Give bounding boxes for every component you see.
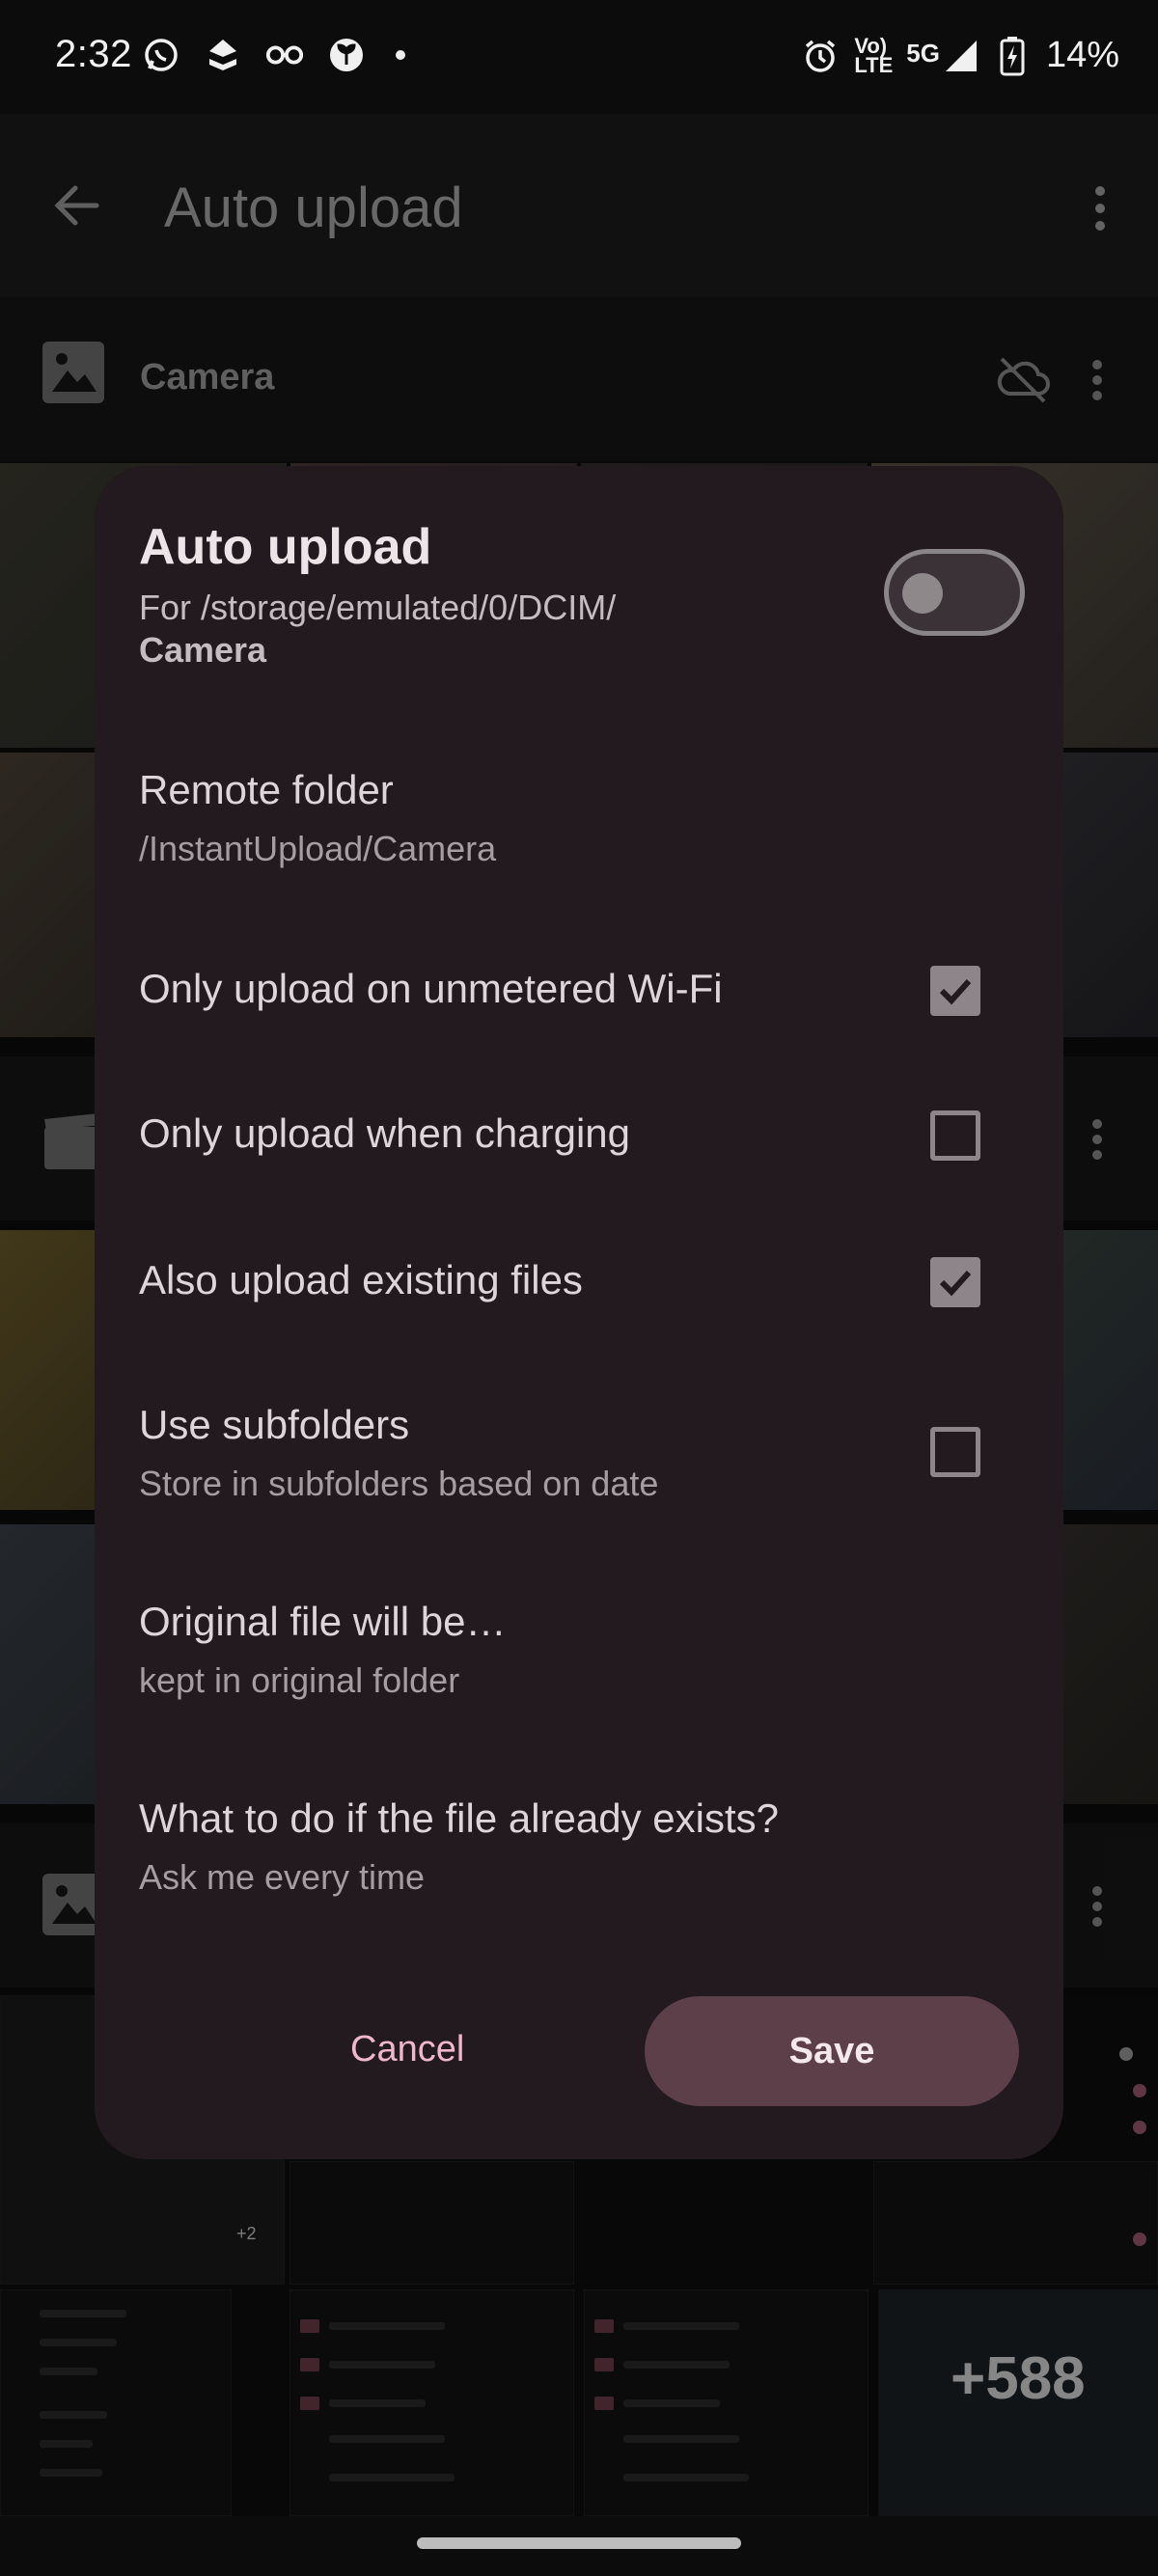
more-notifications-dot (396, 50, 405, 60)
cancel-button[interactable]: Cancel (350, 2029, 464, 2070)
option-unmetered-wifi-label[interactable]: Only upload on unmetered Wi-Fi (139, 966, 723, 1012)
volte-indicator: Vo) LTE (854, 33, 894, 77)
option-charging-checkbox[interactable] (930, 1110, 980, 1161)
signal-group: 5G (906, 39, 979, 73)
toggle-knob (902, 573, 943, 614)
option-existing-files-checkbox[interactable] (930, 1257, 980, 1307)
plant-app-icon (326, 35, 367, 75)
app-notification-icon (203, 35, 243, 75)
whatsapp-icon (141, 35, 181, 75)
navigation-bar (0, 2516, 1158, 2576)
remote-folder-value[interactable]: /InstantUpload/Camera (139, 829, 496, 869)
option-unmetered-wifi-checkbox[interactable] (930, 966, 980, 1016)
signal-icon (945, 40, 977, 71)
option-subfolders-checkbox[interactable] (930, 1427, 980, 1477)
alarm-icon (800, 36, 841, 76)
save-button[interactable]: Save (645, 1996, 1019, 2106)
checkmark-icon (939, 1270, 972, 1297)
option-subfolders-description: Store in subfolders based on date (139, 1464, 659, 1503)
home-gesture-handle[interactable] (417, 2537, 741, 2549)
option-existing-files-label[interactable]: Also upload existing files (139, 1257, 583, 1303)
auto-upload-toggle[interactable] (884, 549, 1025, 636)
battery-charging-icon (992, 36, 1033, 76)
status-time: 2:32 (55, 33, 132, 75)
option-subfolders-label[interactable]: Use subfolders (139, 1402, 409, 1448)
status-bar: 2:32 Vo) LTE 5G 14% (0, 0, 1158, 114)
battery-percent: 14% (1045, 35, 1119, 75)
remote-folder-title[interactable]: Remote folder (139, 767, 394, 813)
network-type: 5G (906, 38, 940, 68)
dialog-subtitle-folder: Camera (139, 630, 267, 670)
dialog-title: Auto upload (139, 519, 432, 575)
option-charging-label[interactable]: Only upload when charging (139, 1110, 630, 1157)
auto-upload-dialog: Auto upload For /storage/emulated/0/DCIM… (95, 466, 1063, 2159)
system-status-icons: Vo) LTE 5G 14% (800, 35, 1119, 76)
original-file-value[interactable]: kept in original folder (139, 1660, 459, 1701)
glasses-icon (264, 35, 305, 75)
file-exists-value[interactable]: Ask me every time (139, 1857, 425, 1898)
notification-icons (141, 35, 405, 75)
original-file-title[interactable]: Original file will be… (139, 1599, 506, 1645)
checkmark-icon (939, 978, 972, 1005)
dialog-subtitle-path: For /storage/emulated/0/DCIM/ (139, 588, 617, 627)
file-exists-title[interactable]: What to do if the file already exists? (139, 1795, 779, 1842)
